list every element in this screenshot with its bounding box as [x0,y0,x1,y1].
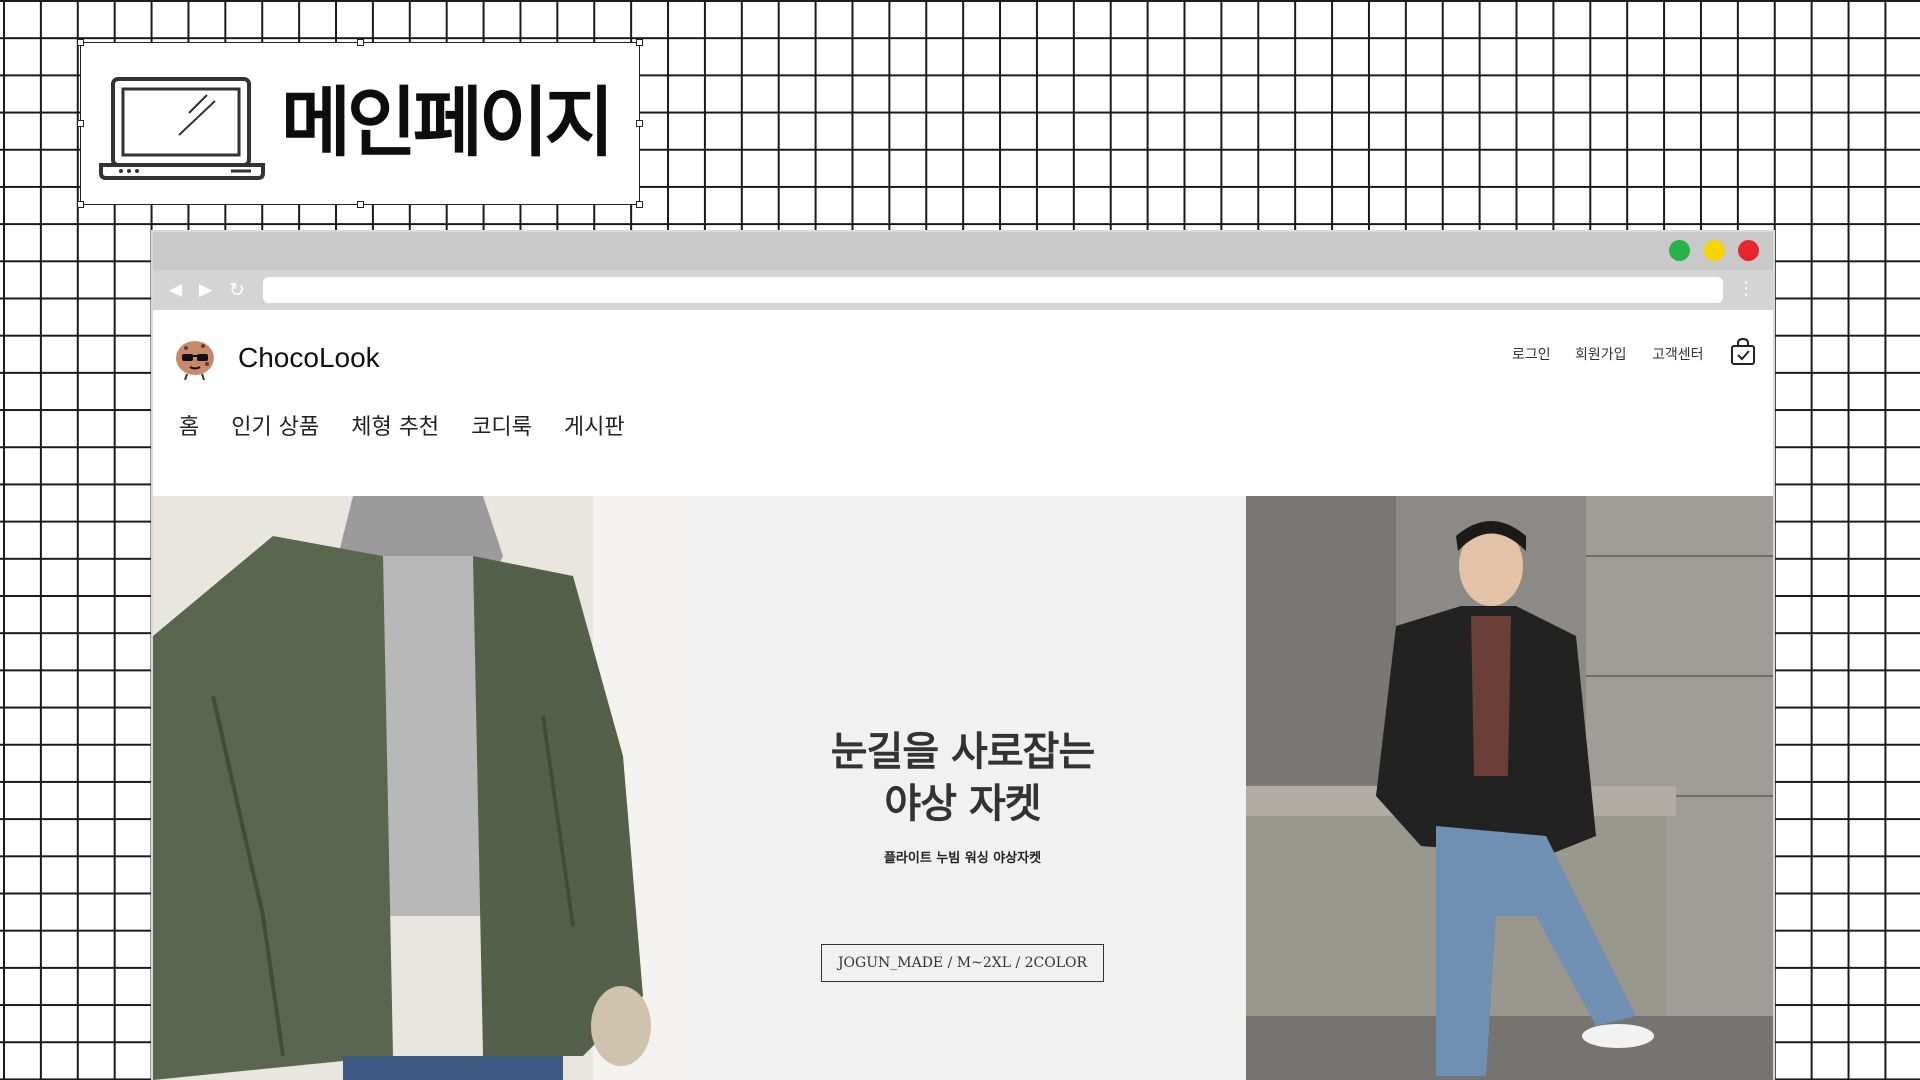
back-icon[interactable]: ◀ [169,280,182,300]
nav-item-popular[interactable]: 인기 상품 [231,409,319,441]
hero-headline-line2: 야상 자켓 [884,781,1041,827]
resize-handle [636,120,643,127]
resize-handle [357,201,364,208]
laptop-icon [99,77,265,180]
resize-handle [636,39,643,46]
shopping-bag-icon[interactable] [1730,338,1756,366]
resize-handle [636,201,643,208]
browser-menu-icon[interactable]: ⋮ [1737,279,1755,299]
nav-item-board[interactable]: 게시판 [564,409,625,441]
signup-link[interactable]: 회원가입 [1575,344,1627,364]
login-link[interactable]: 로그인 [1512,344,1551,364]
close-button[interactable] [1738,240,1759,261]
product-photo-green-jacket [153,496,679,1080]
main-nav: 홈 인기 상품 체형 추천 코디룩 게시판 [179,409,657,441]
resize-handle [77,201,84,208]
maximize-button[interactable] [1669,240,1690,261]
resize-handle [77,120,84,127]
nav-item-home[interactable]: 홈 [179,409,199,441]
page-title: 메인페이지 [281,78,615,167]
address-bar[interactable] [263,277,1723,303]
resize-handle [357,39,364,46]
mascot-logo-icon[interactable] [173,336,217,380]
browser-window: ◀ ▶ ↻ ⋮ ChocoLook 로그인 회원가입 고객센터 홈 인기 상품 … [153,232,1773,1080]
browser-titlebar [153,232,1773,270]
nav-item-body-type[interactable]: 체형 추천 [351,409,439,441]
hero-tag-button[interactable]: JOGUN_MADE / M~2XL / 2COLOR [821,944,1104,982]
hero-subline: 플라이트 누빔 워싱 야상자켓 [883,851,1042,866]
resize-handle [77,39,84,46]
minimize-button[interactable] [1704,240,1725,261]
brand-name[interactable]: ChocoLook [238,342,380,374]
browser-toolbar: ◀ ▶ ↻ ⋮ [153,270,1773,310]
customer-center-link[interactable]: 고객센터 [1652,344,1704,364]
reload-icon[interactable]: ↻ [229,280,245,300]
product-photo-black-jacket [1246,496,1773,1080]
forward-icon[interactable]: ▶ [199,280,212,300]
page-title-card: 메인페이지 [77,39,643,208]
hero-headline-line1: 눈길을 사로잡는 [830,729,1096,775]
hero-headline: 눈길을 사로잡는 야상 자켓 [679,726,1246,830]
hero-banner[interactable]: 눈길을 사로잡는 야상 자켓 플라이트 누빔 워싱 야상자켓 JOGUN_MAD… [153,496,1773,1080]
nav-item-outfits[interactable]: 코디룩 [471,409,532,441]
